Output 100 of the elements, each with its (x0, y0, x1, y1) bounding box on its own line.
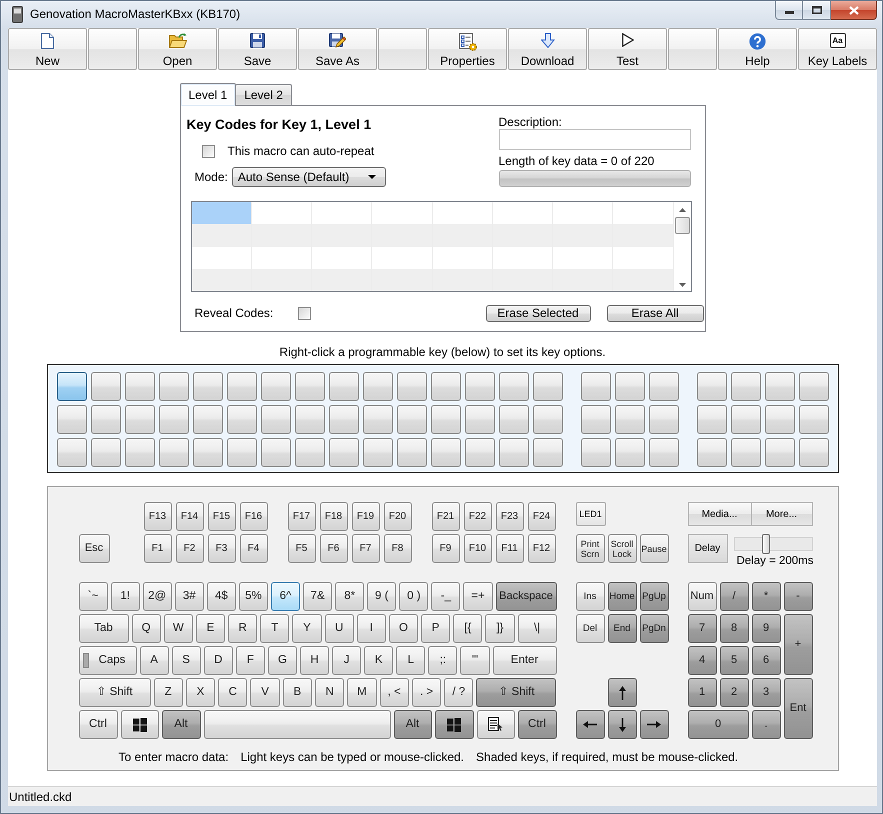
keyboard-key[interactable]: F21 (432, 502, 460, 531)
keyboard-key[interactable]: F6 (320, 534, 348, 563)
toolbar-button[interactable]: Save (218, 28, 297, 70)
keyboard-key[interactable]: ]} (485, 614, 515, 643)
erase-selected-button[interactable]: Erase Selected (486, 305, 590, 322)
keyboard-key[interactable]: F20 (384, 502, 412, 531)
keyboard-key[interactable]: F1 (144, 534, 172, 563)
toolbar-button[interactable]: Open (138, 28, 217, 70)
programmable-key[interactable] (764, 372, 794, 401)
programmable-key[interactable] (696, 372, 726, 401)
programmable-key[interactable] (260, 372, 290, 401)
keyboard-key[interactable]: - (784, 582, 812, 611)
keyboard-key[interactable]: 8* (335, 582, 364, 611)
delay-button[interactable]: Delay (688, 534, 728, 563)
keyboard-key[interactable]: P (421, 614, 450, 643)
keyboard-key[interactable]: F4 (240, 534, 268, 563)
keyboard-key[interactable]: 5 (720, 646, 748, 675)
keyboard-key[interactable]: J (332, 646, 362, 675)
keyboard-key[interactable]: 5% (238, 582, 268, 611)
code-cell[interactable] (613, 268, 674, 291)
programmable-key[interactable] (430, 405, 460, 434)
programmable-key[interactable] (56, 405, 86, 434)
keyboard-key[interactable]: 7 (688, 614, 716, 643)
keyboard-key[interactable]: Ctrl (518, 710, 556, 739)
programmable-key[interactable] (730, 438, 760, 467)
mode-dropdown[interactable]: Auto Sense (Default) (232, 167, 386, 187)
keyboard-key[interactable]: N (314, 678, 344, 707)
keyboard-key[interactable]: Ent (784, 678, 812, 739)
programmable-key[interactable] (328, 438, 358, 467)
keyboard-key[interactable]: [{ (453, 614, 482, 643)
programmable-key[interactable] (532, 438, 562, 467)
programmable-key[interactable] (328, 405, 358, 434)
space-bar[interactable] (204, 710, 390, 739)
programmable-key[interactable] (614, 372, 644, 401)
toolbar-button[interactable]: Test (588, 28, 667, 70)
programmable-key[interactable] (696, 438, 726, 467)
keyboard-key[interactable]: F19 (352, 502, 380, 531)
programmable-key[interactable] (56, 372, 86, 401)
keyboard-key[interactable]: Ctrl (78, 710, 118, 739)
keyboard-key[interactable]: I (356, 614, 386, 643)
programmable-key[interactable] (430, 438, 460, 467)
keyboard-key[interactable]: M (347, 678, 377, 707)
keyboard-key[interactable]: 9 (752, 614, 780, 643)
programmable-key[interactable] (90, 405, 120, 434)
keyboard-key[interactable]: F18 (320, 502, 348, 531)
programmable-key[interactable] (124, 405, 154, 434)
keyboard-key[interactable]: 8 (720, 614, 748, 643)
keyboard-key[interactable]: ;: (428, 646, 458, 675)
keyboard-key[interactable]: F12 (528, 534, 556, 563)
blank-toolbar-button[interactable] (88, 28, 137, 70)
keyboard-key[interactable]: F24 (528, 502, 556, 531)
keyboard-key[interactable]: Num (688, 582, 716, 611)
keyboard-key[interactable]: / ? (444, 678, 474, 707)
maximize-button[interactable] (803, 1, 831, 20)
keyboard-key[interactable]: Ins (576, 582, 604, 611)
keyboard-key[interactable]: Tab (78, 614, 128, 643)
programmable-key[interactable] (362, 438, 392, 467)
keyboard-key[interactable] (120, 710, 158, 739)
programmable-key[interactable] (580, 372, 610, 401)
keyboard-key[interactable]: Y (292, 614, 322, 643)
programmable-key[interactable] (56, 438, 86, 467)
minimize-button[interactable] (775, 1, 803, 20)
keyboard-key[interactable]: F15 (208, 502, 236, 531)
programmable-key[interactable] (498, 438, 528, 467)
programmable-key[interactable] (396, 438, 426, 467)
keyboard-key[interactable]: 3# (174, 582, 204, 611)
keyboard-key[interactable]: F3 (208, 534, 236, 563)
programmable-key[interactable] (260, 405, 290, 434)
keyboard-key[interactable]: 3 (752, 678, 780, 707)
keyboard-key[interactable]: 6 (752, 646, 780, 675)
programmable-key[interactable] (532, 405, 562, 434)
keyboard-key[interactable]: U (324, 614, 354, 643)
programmable-key[interactable] (464, 438, 494, 467)
keyboard-key[interactable]: A (140, 646, 169, 675)
keyboard-key[interactable]: . > (412, 678, 442, 707)
programmable-key[interactable] (798, 438, 828, 467)
keyboard-key[interactable]: F23 (496, 502, 524, 531)
code-cell[interactable] (432, 202, 493, 224)
programmable-key[interactable] (90, 438, 120, 467)
keyboard-key[interactable]: 2@ (142, 582, 172, 611)
keyboard-key[interactable]: 6^ (270, 582, 300, 611)
code-cell[interactable] (192, 224, 252, 246)
checkbox[interactable] (202, 145, 214, 158)
keyboard-key[interactable]: 0 (688, 710, 748, 739)
keyboard-key[interactable]: W (164, 614, 193, 643)
keyboard-key[interactable] (608, 710, 636, 739)
code-cell[interactable] (192, 268, 252, 291)
keyboard-key[interactable]: PgDn (640, 614, 668, 643)
keyboard-key[interactable]: R (228, 614, 258, 643)
keyboard-key[interactable]: O (388, 614, 418, 643)
led-button[interactable]: LED1 (576, 502, 606, 526)
keyboard-key[interactable]: F11 (496, 534, 524, 563)
keyboard-key[interactable]: Z (154, 678, 183, 707)
tab[interactable]: Level 1 (180, 83, 236, 106)
keyboard-key[interactable]: + (784, 614, 812, 675)
programmable-key[interactable] (498, 405, 528, 434)
keyboard-key[interactable]: V (250, 678, 280, 707)
programmable-key[interactable] (580, 438, 610, 467)
keyboard-key[interactable]: D (204, 646, 233, 675)
programmable-key[interactable] (648, 405, 678, 434)
